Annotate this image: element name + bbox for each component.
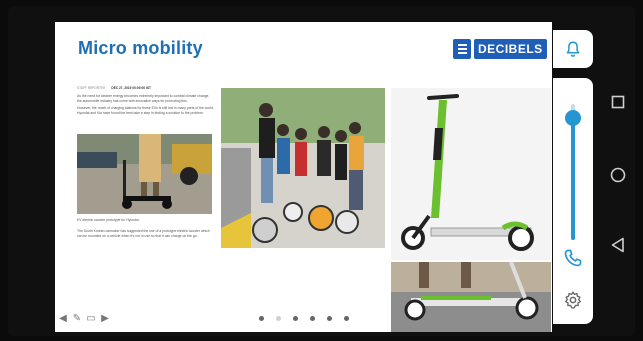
article-date: DEC 27, 2019 00:00:00 IST	[111, 86, 151, 90]
page-dot[interactable]	[276, 316, 281, 321]
gear-icon[interactable]	[563, 290, 583, 310]
article-text: STAFF REPORTER DEC 27, 2019 00:00:00 IST…	[77, 86, 214, 118]
article-paragraph: As the need for cleaner energy becomes e…	[77, 94, 210, 103]
page-dot[interactable]	[344, 316, 349, 321]
bell-icon[interactable]	[564, 40, 582, 58]
article-meta: STAFF REPORTER DEC 27, 2019 00:00:00 IST	[77, 86, 214, 91]
group-photo	[221, 88, 385, 248]
page-dot[interactable]	[327, 316, 332, 321]
pen-icon[interactable]: ✎	[71, 314, 83, 324]
volume-slider-thumb[interactable]	[565, 109, 581, 126]
caption-text: EV electric scooter prototype for Hyunda…	[77, 218, 140, 222]
scooter-street-photo	[77, 134, 212, 214]
presentation-slide: Micro mobility DECIBELS STAFF REPORTER D…	[55, 22, 552, 332]
document-icon	[453, 39, 471, 59]
photo-caption: EV electric scooter prototype for Hyunda…	[77, 218, 214, 239]
arrow-right-icon[interactable]: ▶	[99, 314, 111, 324]
slide-pagination	[259, 316, 349, 321]
page-dot[interactable]	[259, 316, 264, 321]
recent-apps-button[interactable]	[609, 93, 627, 111]
brand-name: DECIBELS	[474, 39, 547, 59]
scooter-product-photo	[391, 88, 551, 260]
slide-title: Micro mobility	[78, 38, 203, 58]
side-panel	[553, 78, 593, 324]
home-button[interactable]	[609, 166, 627, 184]
article-author: STAFF REPORTER	[77, 86, 106, 90]
back-triangle-icon	[611, 237, 624, 253]
scooter-closeup-photo	[391, 262, 551, 332]
screen-icon[interactable]: ▭	[85, 314, 97, 324]
arrow-left-icon[interactable]: ◀	[57, 314, 69, 324]
square-icon	[611, 95, 625, 109]
brand-logo: DECIBELS	[453, 38, 547, 60]
circle-icon	[610, 167, 626, 183]
slide-toolbar: ◀ ✎ ▭ ▶	[57, 314, 111, 324]
page-dot[interactable]	[310, 316, 315, 321]
phone-icon[interactable]	[563, 248, 583, 268]
volume-slider-fill	[571, 117, 575, 240]
page-dot[interactable]	[293, 316, 298, 321]
notification-tab[interactable]	[553, 30, 593, 68]
article-paragraph: The South Korean carmaker has suggested …	[77, 229, 210, 238]
article-paragraph: However, the reach of charging stations …	[77, 106, 214, 115]
back-button[interactable]	[609, 236, 627, 254]
